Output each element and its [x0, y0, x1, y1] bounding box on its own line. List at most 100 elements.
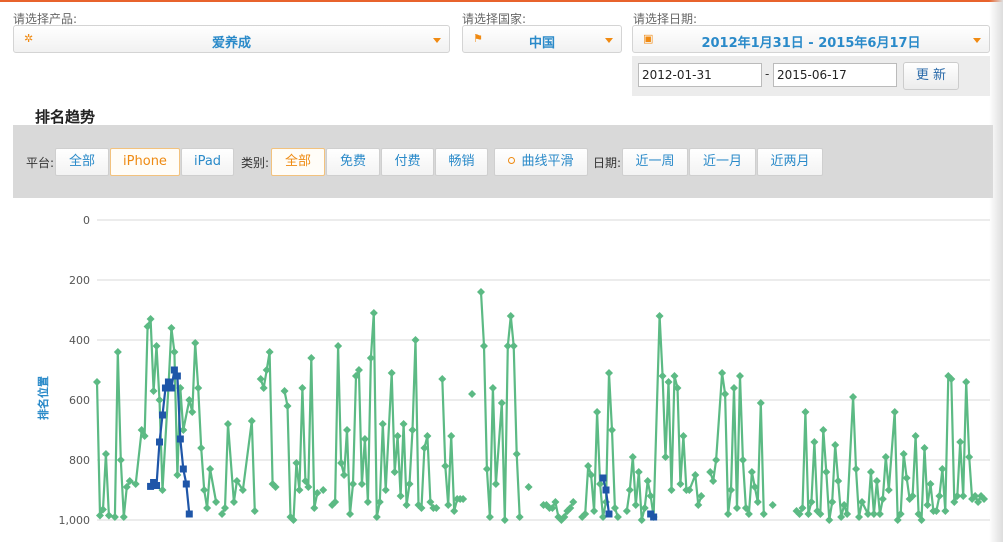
data-point	[735, 372, 744, 380]
data-point	[753, 498, 762, 506]
data-point	[194, 384, 203, 392]
data-point	[185, 510, 193, 518]
range-two-months-button[interactable]: 近两月	[757, 148, 823, 176]
data-point	[360, 435, 369, 443]
data-point	[512, 450, 521, 458]
data-point	[622, 507, 631, 515]
data-point	[643, 477, 652, 485]
data-point	[476, 288, 485, 296]
data-point	[655, 312, 664, 320]
data-point	[650, 513, 658, 521]
end-date-input[interactable]	[773, 63, 897, 87]
data-point	[93, 378, 101, 386]
smooth-curve-label: 曲线平滑	[521, 154, 574, 169]
category-free-button[interactable]: 免费	[326, 148, 380, 176]
data-point	[834, 477, 843, 485]
data-point	[679, 432, 688, 440]
country-value: 中国	[528, 36, 555, 51]
date-range-dropdown[interactable]: ▣ 2012年1月31日 - 2015年6月17日	[632, 25, 990, 53]
radio-circle-icon	[508, 157, 516, 164]
category-label: 类别:	[241, 156, 270, 170]
top-accent-line	[0, 0, 1003, 2]
data-point	[604, 369, 613, 377]
data-point	[590, 507, 599, 515]
data-point	[884, 486, 893, 494]
data-point	[396, 492, 405, 500]
country-dropdown[interactable]: ⚑ 中国	[462, 25, 622, 53]
date-range-label: 日期:	[593, 156, 622, 170]
data-point	[399, 420, 408, 428]
data-point	[176, 435, 184, 443]
data-point	[468, 390, 477, 398]
data-point	[387, 369, 396, 377]
data-point	[759, 510, 768, 518]
platform-iphone-button[interactable]: iPhone	[110, 148, 180, 176]
data-point	[116, 456, 125, 464]
data-point	[810, 438, 819, 446]
product-value: 爱养成	[211, 36, 251, 51]
data-point	[158, 411, 166, 419]
chart-series	[93, 288, 989, 524]
data-point	[343, 426, 352, 434]
data-point	[801, 408, 810, 416]
y-tick-label: 200	[69, 274, 90, 287]
data-point	[593, 408, 602, 416]
data-point	[357, 480, 366, 488]
category-all-button[interactable]: 全部	[271, 148, 325, 176]
data-point	[441, 462, 450, 470]
date-separator: -	[765, 67, 770, 81]
data-point	[378, 420, 387, 428]
data-point	[941, 507, 950, 515]
data-point	[200, 486, 209, 494]
data-point	[250, 507, 259, 515]
data-point	[265, 348, 274, 356]
series-line	[581, 371, 619, 519]
product-dropdown[interactable]: ✲ 爱养成	[13, 25, 450, 53]
smooth-curve-toggle[interactable]: 曲线平滑	[494, 148, 588, 176]
data-point	[170, 348, 179, 356]
range-month-button[interactable]: 近一月	[689, 148, 756, 176]
data-point	[247, 417, 256, 425]
data-point	[381, 486, 390, 494]
data-point	[423, 432, 432, 440]
data-point	[229, 498, 238, 506]
platform-all-button[interactable]: 全部	[55, 148, 109, 176]
data-point	[170, 366, 178, 374]
data-point	[149, 387, 158, 395]
data-point	[658, 372, 667, 380]
platform-ipad-button[interactable]: iPad	[181, 148, 234, 176]
data-point	[348, 480, 357, 488]
data-point	[831, 441, 840, 449]
data-point	[156, 438, 164, 446]
data-point	[153, 482, 161, 489]
data-point	[926, 480, 935, 488]
data-point	[819, 426, 828, 434]
category-paid-button[interactable]: 付费	[381, 148, 434, 176]
data-point	[482, 465, 491, 473]
date-input-panel: - 更 新	[632, 56, 990, 96]
series-line	[441, 378, 464, 513]
y-tick-label: 1,000	[59, 514, 91, 527]
data-point	[280, 387, 289, 395]
data-point	[259, 384, 268, 392]
data-point	[438, 375, 447, 383]
chevron-down-icon	[433, 38, 441, 43]
data-point	[164, 378, 172, 386]
range-week-button[interactable]: 近一周	[622, 148, 688, 176]
window-edge-shadow	[989, 0, 1003, 542]
data-point	[203, 504, 212, 512]
start-date-input[interactable]	[638, 63, 762, 87]
data-point	[676, 480, 685, 488]
data-point	[804, 510, 813, 518]
data-point	[295, 486, 304, 494]
update-button[interactable]: 更 新	[903, 62, 959, 90]
data-point	[167, 384, 175, 392]
data-point	[899, 450, 908, 458]
data-point	[923, 501, 932, 509]
data-point	[875, 510, 884, 518]
category-grossing-button[interactable]: 畅销	[435, 148, 488, 176]
data-point	[709, 477, 718, 485]
chevron-down-icon	[973, 38, 981, 43]
data-point	[625, 486, 634, 494]
data-point	[506, 312, 515, 320]
